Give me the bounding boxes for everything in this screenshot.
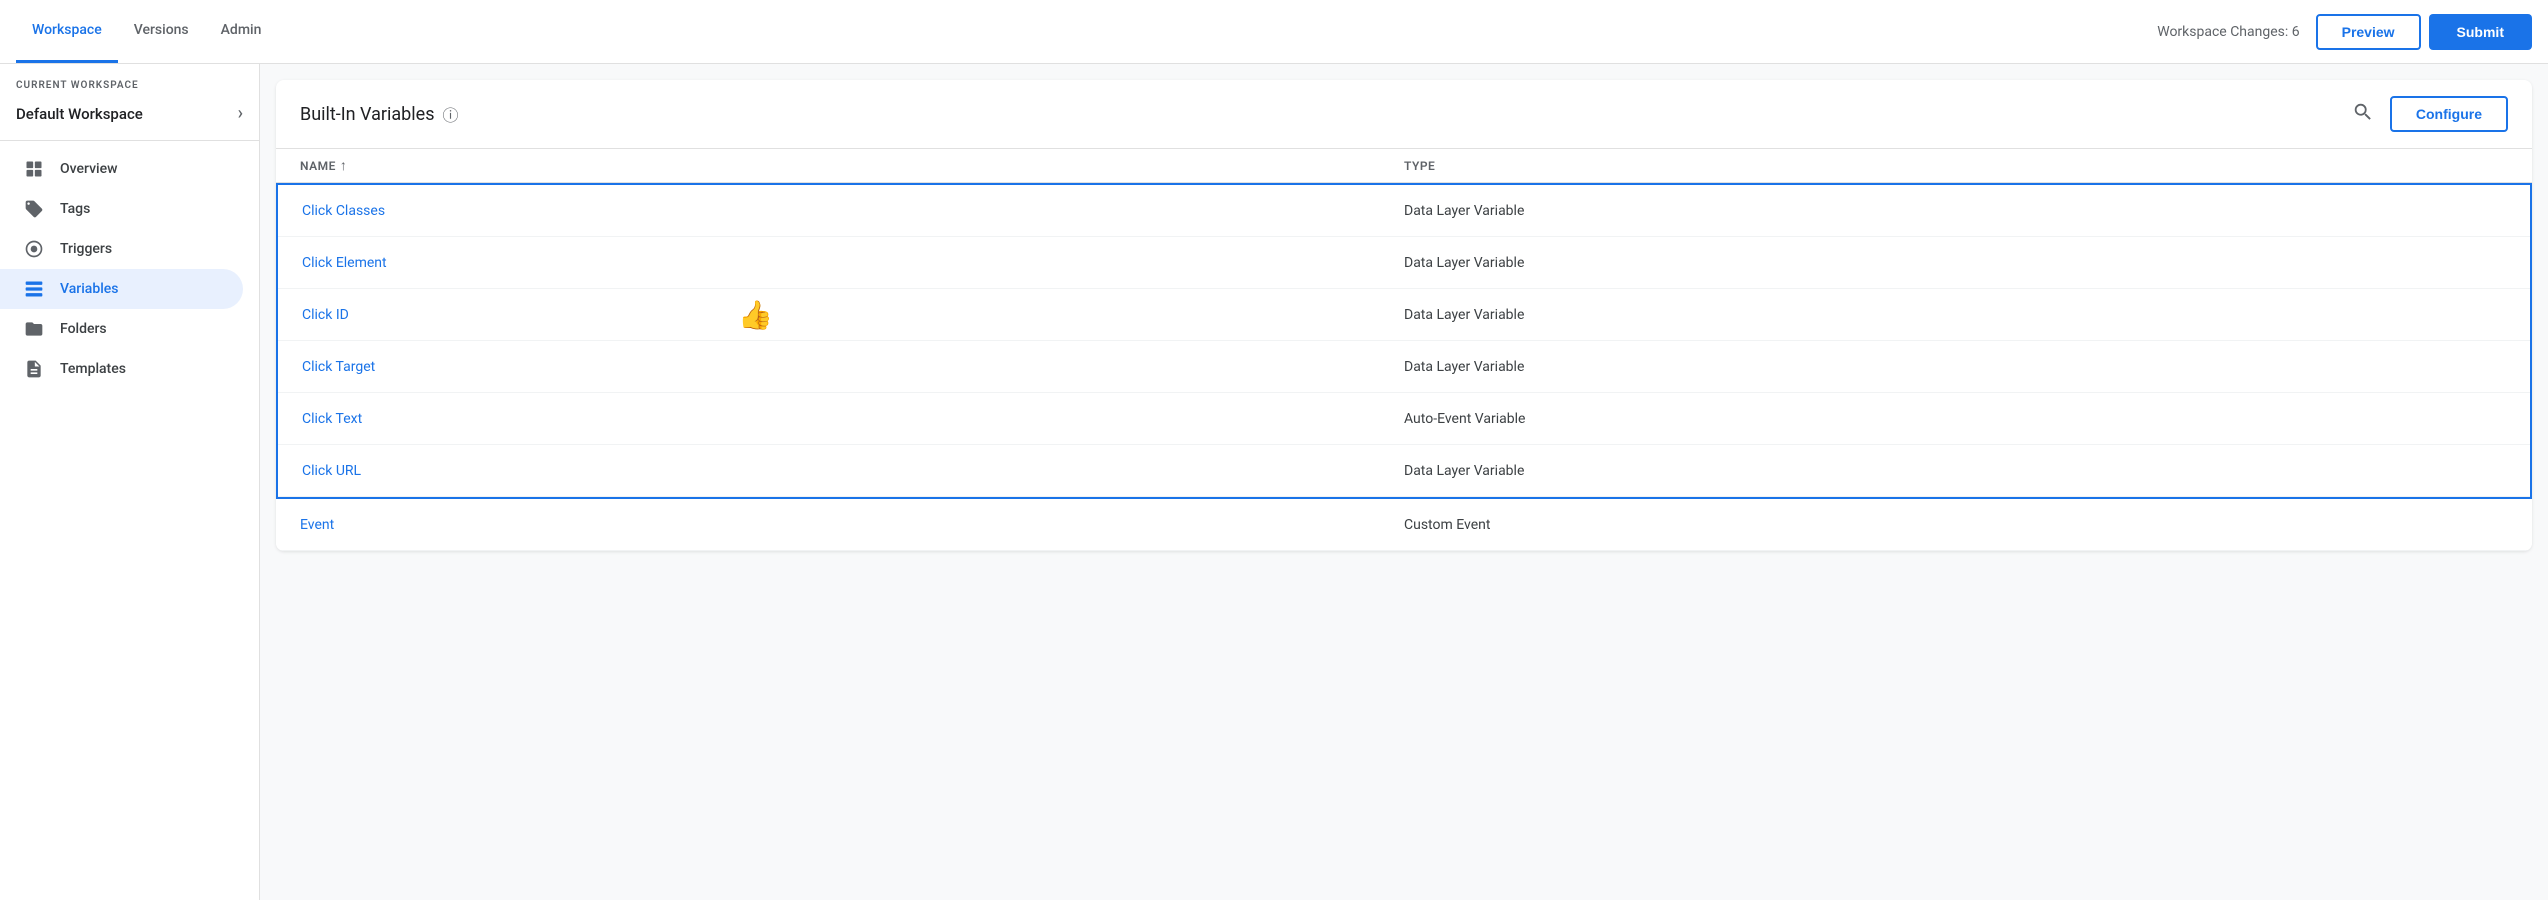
table-row: Event Custom Event bbox=[276, 499, 2532, 551]
card-actions: Configure bbox=[2348, 96, 2508, 132]
row-name-event[interactable]: Event bbox=[300, 517, 1404, 533]
card-header: Built-In Variables ⓘ Configure bbox=[276, 80, 2532, 149]
row-type-click-text: Auto-Event Variable bbox=[1404, 411, 2506, 427]
tab-versions[interactable]: Versions bbox=[118, 0, 205, 63]
row-type-event: Custom Event bbox=[1404, 517, 2508, 533]
built-in-variables-title: Built-In Variables bbox=[300, 104, 435, 125]
sort-ascending-icon[interactable]: ↑ bbox=[340, 157, 348, 174]
row-name-click-id[interactable]: Click ID bbox=[302, 307, 1404, 323]
sidebar-item-label-tags: Tags bbox=[60, 201, 90, 217]
configure-button[interactable]: Configure bbox=[2390, 96, 2508, 132]
tags-icon bbox=[24, 199, 44, 219]
table-header: Name ↑ Type bbox=[276, 149, 2532, 183]
current-workspace-label: CURRENT WORKSPACE bbox=[0, 64, 259, 95]
search-icon[interactable] bbox=[2348, 97, 2378, 132]
sidebar-item-label-folders: Folders bbox=[60, 321, 107, 337]
workspace-name: Default Workspace bbox=[16, 105, 143, 123]
table-row: Click Element Data Layer Variable bbox=[278, 237, 2530, 289]
sidebar-item-label-overview: Overview bbox=[60, 161, 117, 177]
help-icon[interactable]: ⓘ bbox=[443, 102, 459, 126]
col-header-type: Type bbox=[1404, 157, 2508, 174]
sidebar-item-label-templates: Templates bbox=[60, 361, 126, 377]
tab-admin[interactable]: Admin bbox=[205, 0, 278, 63]
table-row: Click URL Data Layer Variable bbox=[278, 445, 2530, 497]
row-type-click-target: Data Layer Variable bbox=[1404, 359, 2506, 375]
nav-tabs: Workspace Versions Admin bbox=[16, 0, 277, 63]
row-type-click-classes: Data Layer Variable bbox=[1404, 203, 2506, 219]
sidebar-item-folders[interactable]: Folders bbox=[0, 309, 243, 349]
sidebar-item-templates[interactable]: Templates bbox=[0, 349, 243, 389]
sidebar-item-label-triggers: Triggers bbox=[60, 241, 112, 257]
sidebar-item-tags[interactable]: Tags bbox=[0, 189, 243, 229]
folders-icon bbox=[24, 319, 44, 339]
row-type-click-url: Data Layer Variable bbox=[1404, 463, 2506, 479]
row-name-click-element[interactable]: Click Element bbox=[302, 255, 1404, 271]
table-row: Click ID Data Layer Variable 👍 bbox=[278, 289, 2530, 341]
top-nav: Workspace Versions Admin Workspace Chang… bbox=[0, 0, 2548, 64]
sidebar-item-overview[interactable]: Overview bbox=[0, 149, 243, 189]
workspace-changes-label: Workspace Changes: 6 bbox=[2157, 24, 2299, 40]
main-layout: CURRENT WORKSPACE Default Workspace › Ov… bbox=[0, 64, 2548, 900]
table-row: Click Text Auto-Event Variable bbox=[278, 393, 2530, 445]
sidebar-nav: Overview Tags Triggers Variables bbox=[0, 141, 259, 397]
sidebar-item-variables[interactable]: Variables bbox=[0, 269, 243, 309]
overview-icon bbox=[24, 159, 44, 179]
content-card: Built-In Variables ⓘ Configure Name ↑ T bbox=[276, 80, 2532, 551]
row-type-click-id: Data Layer Variable bbox=[1404, 307, 2506, 323]
card-title: Built-In Variables ⓘ bbox=[300, 102, 2348, 126]
sidebar-item-triggers[interactable]: Triggers bbox=[0, 229, 243, 269]
triggers-icon bbox=[24, 239, 44, 259]
workspace-selector[interactable]: Default Workspace › bbox=[0, 95, 259, 140]
chevron-right-icon: › bbox=[238, 103, 243, 124]
row-name-click-text[interactable]: Click Text bbox=[302, 411, 1404, 427]
thumbs-up-emoji: 👍 bbox=[738, 298, 773, 331]
row-name-click-classes[interactable]: Click Classes bbox=[302, 203, 1404, 219]
row-type-click-element: Data Layer Variable bbox=[1404, 255, 2506, 271]
preview-button[interactable]: Preview bbox=[2316, 14, 2421, 50]
main-content: Built-In Variables ⓘ Configure Name ↑ T bbox=[260, 64, 2548, 900]
table-row: Click Target Data Layer Variable bbox=[278, 341, 2530, 393]
row-name-click-target[interactable]: Click Target bbox=[302, 359, 1404, 375]
table-row: Click Classes Data Layer Variable bbox=[278, 185, 2530, 237]
selected-rows-group: Click Classes Data Layer Variable Click … bbox=[276, 183, 2532, 499]
col-header-name: Name ↑ bbox=[300, 157, 1404, 174]
variables-icon bbox=[24, 279, 44, 299]
templates-icon bbox=[24, 359, 44, 379]
row-name-click-url[interactable]: Click URL bbox=[302, 463, 1404, 479]
submit-button[interactable]: Submit bbox=[2429, 14, 2532, 50]
sidebar: CURRENT WORKSPACE Default Workspace › Ov… bbox=[0, 64, 260, 900]
tab-workspace[interactable]: Workspace bbox=[16, 0, 118, 63]
sidebar-item-label-variables: Variables bbox=[60, 281, 118, 297]
